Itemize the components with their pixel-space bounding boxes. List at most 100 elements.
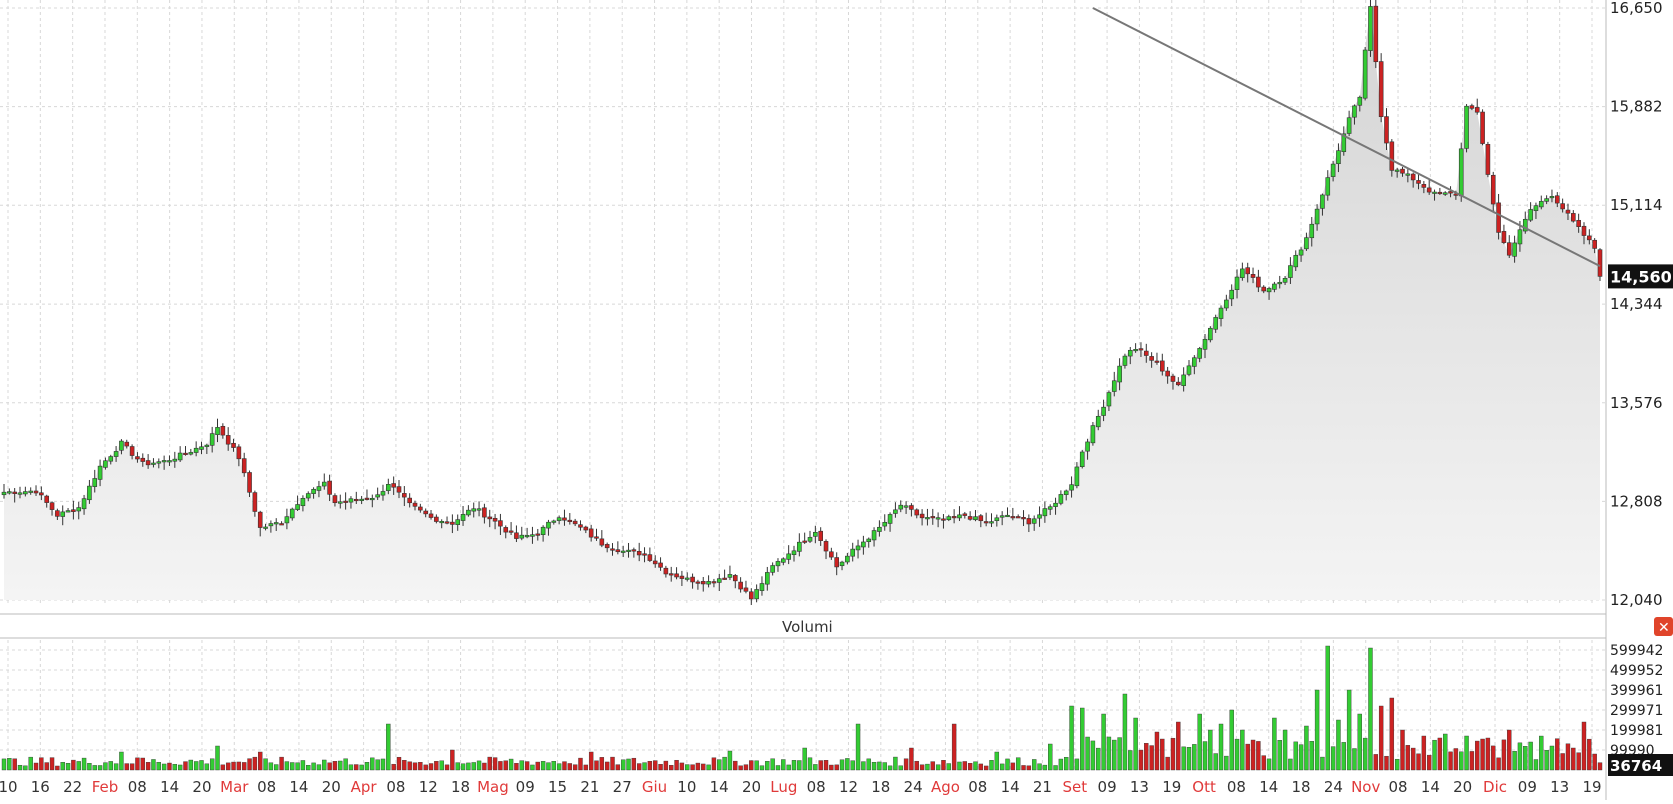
volume-bar [823, 760, 829, 771]
volume-bar [108, 761, 113, 771]
candle-body [1069, 484, 1074, 491]
x-tick-label: 20 [322, 778, 341, 796]
candle-body [455, 519, 461, 525]
x-month-label: Giu [642, 778, 667, 796]
volume-bar [1330, 746, 1336, 771]
candle-body [1170, 375, 1176, 382]
candle-body [108, 456, 114, 462]
volume-bar [1448, 751, 1453, 771]
volume-bar [839, 759, 845, 771]
candle-body [1261, 286, 1267, 292]
candle-body [684, 577, 690, 580]
candle-body [748, 591, 754, 600]
x-tick-label: 13 [1130, 778, 1149, 796]
candle-body [1234, 276, 1240, 290]
last-volume-label: 36764 [1610, 757, 1662, 775]
x-month-label: Ago [931, 778, 960, 796]
volume-bar [177, 764, 183, 771]
candle-body [1330, 163, 1336, 177]
candle-body [1416, 180, 1421, 184]
volume-bar [1085, 736, 1090, 771]
volume-bar [12, 758, 17, 771]
candle-body [1063, 490, 1069, 495]
candle-body [786, 553, 791, 560]
candle-body [407, 497, 412, 504]
candle-body [962, 513, 968, 516]
candle-body [49, 502, 55, 510]
candle-body [1587, 235, 1592, 241]
x-tick-label: 27 [613, 778, 632, 796]
candle-body [930, 516, 936, 519]
candle-body [535, 533, 541, 536]
candle-body [44, 495, 50, 503]
candle-body [1176, 381, 1181, 386]
candle-body [183, 452, 188, 455]
candle-body [978, 515, 984, 522]
candle-body [759, 583, 765, 591]
volume-bar [1181, 746, 1186, 771]
candle-body [396, 486, 402, 493]
candle-body [1192, 357, 1197, 367]
volume-bar [1133, 717, 1138, 771]
candle-body [439, 520, 444, 524]
candle-body [1597, 249, 1603, 277]
volume-bar [1272, 717, 1277, 771]
close-panel-button[interactable]: ✕ [1654, 617, 1673, 636]
volume-bar [994, 751, 1000, 771]
candle-body [1309, 223, 1315, 239]
volume-bar [1394, 758, 1400, 771]
candle-body [1122, 355, 1128, 366]
candle-body [1047, 506, 1053, 510]
candle-body [690, 576, 695, 583]
volume-bar [1288, 758, 1293, 771]
price-tick-label: 15,882 [1610, 98, 1663, 116]
volume-bar [1597, 762, 1603, 771]
volume-bar [647, 761, 653, 771]
candle-body [973, 516, 978, 521]
volume-bar [199, 760, 204, 771]
candle-body [834, 557, 839, 568]
volume-bar [620, 759, 626, 771]
candle-body [1074, 466, 1080, 487]
candle-body [695, 581, 701, 584]
volume-bar [850, 760, 855, 771]
x-tick-label: 14 [289, 778, 308, 796]
volume-bar [348, 764, 354, 771]
candle-body [909, 505, 914, 510]
candle-body [1549, 196, 1555, 199]
volume-bar [1138, 749, 1144, 771]
candle-body [39, 492, 44, 496]
volume-bar [1160, 738, 1165, 771]
candle-body [1010, 516, 1016, 519]
candle-body [1106, 392, 1112, 407]
candle-body [204, 444, 210, 447]
candle-body [316, 486, 322, 491]
candle-body [1458, 148, 1464, 197]
x-tick-label: 22 [63, 778, 82, 796]
volume-bar [151, 759, 156, 771]
candle-body [839, 561, 845, 567]
candle-body [941, 518, 946, 521]
volume-bar [1314, 689, 1320, 771]
volume-bar [535, 761, 540, 771]
candle-body [97, 465, 103, 480]
x-tick-label: 21 [1033, 778, 1052, 796]
candle-body [161, 460, 167, 463]
last-volume-tag: 36764 [1608, 754, 1673, 776]
volume-bar [44, 762, 49, 771]
volume-bar [215, 745, 220, 771]
candle-body [572, 520, 578, 525]
volume-bar [391, 763, 396, 771]
volume-bar [140, 757, 145, 771]
volume-bar [1, 758, 7, 771]
volume-bar [978, 763, 984, 771]
volume-bar [882, 762, 887, 771]
x-tick-label: 12 [839, 778, 858, 796]
volume-bar [247, 758, 252, 771]
candle-body [1554, 195, 1560, 204]
volume-bar [145, 762, 151, 771]
x-tick-label: 19 [1582, 778, 1601, 796]
candle-body [1037, 514, 1042, 519]
candle-body [1015, 516, 1021, 519]
candle-body [305, 493, 311, 499]
